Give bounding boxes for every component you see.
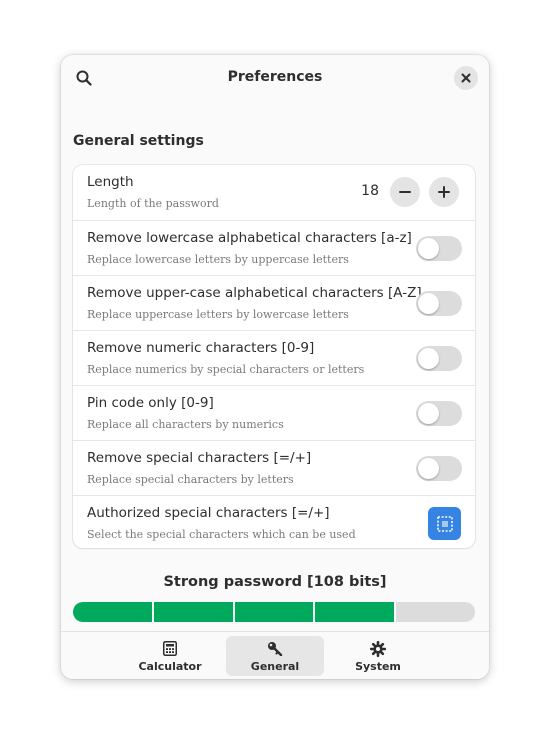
close-button[interactable] [454, 66, 478, 90]
row-subtitle: Replace special characters by letters [87, 473, 294, 486]
key-icon [268, 642, 283, 656]
row-subtitle: Replace lowercase letters by uppercase l… [87, 253, 349, 266]
switch-knob [418, 458, 439, 479]
row-authorized-special: Authorized special characters [=/+] Sele… [73, 495, 475, 548]
increase-length-button[interactable] [429, 177, 459, 207]
window-title: Preferences [227, 69, 323, 85]
row-length: Length Length of the password 18 [73, 165, 475, 220]
row-remove-special: Remove special characters [=/+] Replace … [73, 440, 475, 496]
preferences-window: Preferences General settings Length Leng… [61, 55, 489, 679]
remove-uppercase-switch[interactable] [416, 291, 462, 316]
row-subtitle: Select the special characters which can … [87, 528, 356, 541]
row-title: Remove lowercase alphabetical characters… [87, 230, 412, 246]
row-remove-uppercase: Remove upper-case alphabetical character… [73, 275, 475, 331]
switch-knob [418, 238, 439, 259]
remove-special-switch[interactable] [416, 456, 462, 481]
tab-label: Calculator [138, 660, 202, 673]
row-title: Remove numeric characters [0-9] [87, 340, 315, 356]
row-title: Authorized special characters [=/+] [87, 505, 330, 521]
close-icon [461, 73, 471, 83]
view-switcher-bar: Calculator General System [61, 631, 489, 679]
tab-general[interactable]: General [226, 636, 324, 676]
strength-segment-filled [153, 602, 233, 622]
tab-calculator[interactable]: Calculator [121, 636, 219, 676]
strength-segment-filled [315, 602, 395, 622]
row-title: Remove upper-case alphabetical character… [87, 285, 422, 301]
password-strength-bar [73, 602, 475, 622]
switch-knob [418, 403, 439, 424]
row-title: Remove special characters [=/+] [87, 450, 312, 466]
switch-knob [418, 293, 439, 314]
strength-segment-filled [234, 602, 314, 622]
strength-segment-filled [73, 602, 152, 622]
decrease-length-button[interactable] [390, 177, 420, 207]
pin-code-switch[interactable] [416, 401, 462, 426]
remove-numeric-switch[interactable] [416, 346, 462, 371]
header-bar: Preferences [61, 55, 489, 101]
row-remove-numeric: Remove numeric characters [0-9] Replace … [73, 330, 475, 386]
section-title-general: General settings [73, 133, 204, 149]
row-length-subtitle: Length of the password [87, 197, 219, 210]
row-subtitle: Replace uppercase letters by lowercase l… [87, 308, 349, 321]
tab-label: General [250, 660, 300, 673]
tab-label: System [355, 660, 401, 673]
row-length-title: Length [87, 174, 134, 190]
strength-segment-empty [396, 602, 475, 622]
tab-system[interactable]: System [329, 636, 427, 676]
calculator-icon [163, 641, 177, 656]
gear-icon [370, 641, 386, 657]
row-subtitle: Replace all characters by numerics [87, 418, 284, 431]
settings-list: Length Length of the password 18 Remove … [73, 165, 475, 548]
row-remove-lowercase: Remove lowercase alphabetical characters… [73, 220, 475, 276]
password-strength-label: Strong password [108 bits] [163, 574, 387, 590]
row-title: Pin code only [0-9] [87, 395, 214, 411]
remove-lowercase-switch[interactable] [416, 236, 462, 261]
row-pin-code: Pin code only [0-9] Replace all characte… [73, 385, 475, 441]
plus-icon [438, 186, 450, 198]
minus-icon [399, 191, 411, 193]
select-special-characters-button[interactable] [428, 507, 461, 540]
row-subtitle: Replace numerics by special characters o… [87, 363, 365, 376]
switch-knob [418, 348, 439, 369]
selection-icon [436, 515, 453, 532]
length-value: 18 [361, 183, 379, 199]
